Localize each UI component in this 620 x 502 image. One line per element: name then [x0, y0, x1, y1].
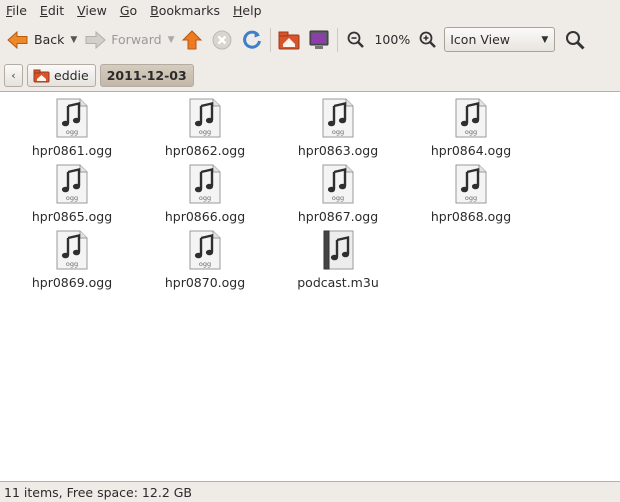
forward-button[interactable]: Forward [83, 26, 162, 54]
ogg-audio-file-icon: ogg [55, 164, 89, 207]
menu-edit[interactable]: Edit [40, 3, 64, 18]
svg-text:ogg: ogg [332, 128, 344, 136]
file-item[interactable]: ogg hpr0861.ogg [22, 98, 122, 158]
menu-view[interactable]: View [77, 3, 107, 18]
chevron-left-icon: ‹ [11, 68, 16, 82]
ogg-audio-file-icon: ogg [55, 98, 89, 141]
breadcrumb-current[interactable]: 2011-12-03 [99, 63, 194, 87]
forward-history-chevron-icon[interactable]: ▼ [168, 35, 175, 45]
menu-file[interactable]: File [6, 3, 27, 18]
svg-text:ogg: ogg [66, 128, 78, 136]
back-history-chevron-icon[interactable]: ▼ [70, 35, 77, 45]
file-name: hpr0869.ogg [31, 275, 113, 290]
file-icon-view[interactable]: ogg hpr0861.ogg ogg hpr0862.ogg ogg hpr0… [0, 91, 620, 482]
svg-text:ogg: ogg [199, 194, 211, 202]
file-name: hpr0865.ogg [31, 209, 113, 224]
back-label: Back [34, 32, 65, 47]
file-name: hpr0870.ogg [164, 275, 246, 290]
chevron-down-icon: ▼ [541, 34, 549, 45]
ogg-audio-file-icon: ogg [454, 98, 488, 141]
ogg-audio-file-icon: ogg [55, 230, 89, 273]
menu-go[interactable]: Go [120, 3, 137, 18]
file-item[interactable]: ogg hpr0862.ogg [155, 98, 255, 158]
svg-text:ogg: ogg [332, 194, 344, 202]
zoom-level[interactable]: 100% [374, 32, 410, 47]
back-arrow-icon [6, 28, 30, 52]
status-bar: 11 items, Free space: 12.2 GB [0, 482, 620, 502]
file-name: hpr0863.ogg [297, 143, 379, 158]
file-item[interactable]: ogg hpr0868.ogg [421, 164, 521, 224]
file-name: hpr0864.ogg [430, 143, 512, 158]
file-name: hpr0868.ogg [430, 209, 512, 224]
computer-icon[interactable] [307, 28, 331, 52]
menu-bar: File Edit View Go Bookmarks Help [0, 0, 620, 21]
menu-bookmarks[interactable]: Bookmarks [150, 3, 220, 18]
file-item[interactable]: ogg hpr0870.ogg [155, 230, 255, 290]
file-name: podcast.m3u [297, 275, 379, 290]
file-item[interactable]: ogg hpr0866.ogg [155, 164, 255, 224]
svg-text:ogg: ogg [66, 260, 78, 268]
ogg-audio-file-icon: ogg [188, 164, 222, 207]
toolbar-separator [337, 27, 339, 52]
file-name: hpr0866.ogg [164, 209, 246, 224]
forward-arrow-icon [83, 28, 107, 52]
ogg-audio-file-icon: ogg [321, 98, 355, 141]
file-item[interactable]: ogg hpr0867.ogg [288, 164, 388, 224]
toolbar: Back ▼ Forward ▼ 100% Icon View ▼ [0, 21, 620, 58]
breadcrumb-label: eddie [54, 67, 89, 83]
zoom-out-icon[interactable] [344, 28, 368, 52]
playlist-file-icon [321, 230, 355, 273]
file-item[interactable]: ogg hpr0863.ogg [288, 98, 388, 158]
up-icon[interactable] [180, 28, 204, 52]
forward-label: Forward [111, 32, 162, 47]
file-name: hpr0861.ogg [31, 143, 113, 158]
status-text: 11 items, Free space: 12.2 GB [4, 484, 193, 500]
file-item[interactable]: ogg hpr0865.ogg [22, 164, 122, 224]
view-mode-value: Icon View [450, 32, 510, 47]
back-button[interactable]: Back [6, 26, 64, 54]
home-icon[interactable] [277, 28, 301, 52]
zoom-in-icon[interactable] [416, 28, 440, 52]
svg-text:ogg: ogg [199, 128, 211, 136]
breadcrumb-label: 2011-12-03 [106, 67, 187, 83]
ogg-audio-file-icon: ogg [188, 230, 222, 273]
reload-icon[interactable] [240, 28, 264, 52]
file-item[interactable]: ogg hpr0869.ogg [22, 230, 122, 290]
toolbar-separator [270, 27, 272, 52]
file-item[interactable]: ogg hpr0864.ogg [421, 98, 521, 158]
file-name: hpr0862.ogg [164, 143, 246, 158]
svg-text:ogg: ogg [465, 128, 477, 136]
svg-text:ogg: ogg [465, 194, 477, 202]
breadcrumb-scroll-left-button[interactable]: ‹ [4, 63, 23, 87]
ogg-audio-file-icon: ogg [188, 98, 222, 141]
svg-text:ogg: ogg [199, 260, 211, 268]
home-folder-icon [32, 67, 50, 83]
file-name: hpr0867.ogg [297, 209, 379, 224]
search-icon[interactable] [563, 28, 587, 52]
menu-help[interactable]: Help [233, 3, 262, 18]
breadcrumb-eddie[interactable]: eddie [27, 63, 96, 87]
breadcrumb: ‹ eddie 2011-12-03 [0, 60, 620, 90]
svg-text:ogg: ogg [66, 194, 78, 202]
ogg-audio-file-icon: ogg [454, 164, 488, 207]
view-mode-select[interactable]: Icon View ▼ [444, 27, 556, 52]
ogg-audio-file-icon: ogg [321, 164, 355, 207]
file-item[interactable]: podcast.m3u [288, 230, 388, 290]
stop-icon[interactable] [210, 28, 234, 52]
